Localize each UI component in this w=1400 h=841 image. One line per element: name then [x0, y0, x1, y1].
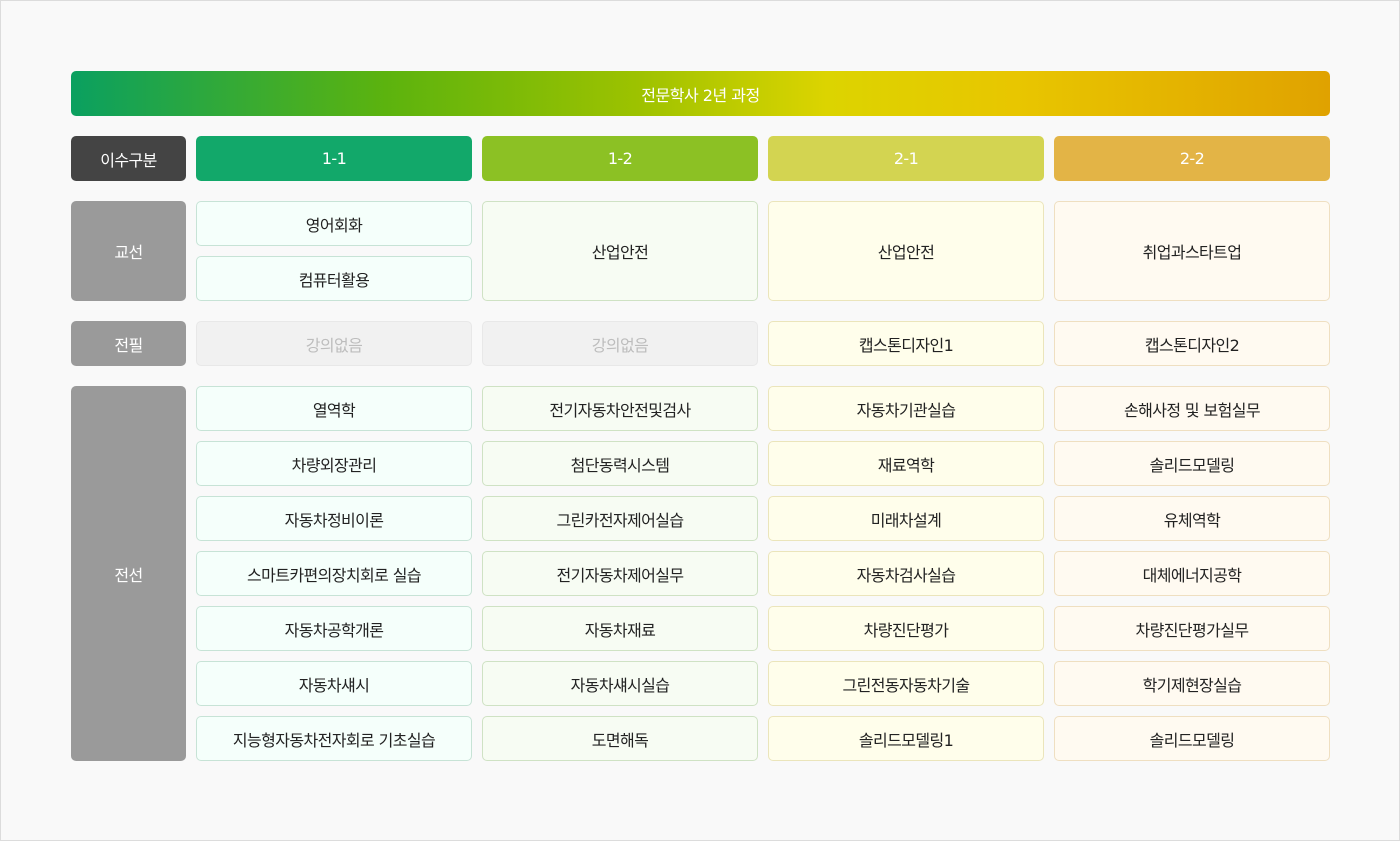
course-cell: 차량진단평가실무	[1054, 606, 1330, 651]
no-course-cell: 강의없음	[196, 321, 472, 366]
course-cell: 산업안전	[482, 201, 758, 301]
category-elective: 전선	[71, 386, 186, 761]
category-general: 교선	[71, 201, 186, 301]
course-cell: 재료역학	[768, 441, 1044, 486]
course-cell: 손해사정 및 보험실무	[1054, 386, 1330, 431]
course-cell: 스마트카편의장치회로 실습	[196, 551, 472, 596]
course-cell: 미래차설계	[768, 496, 1044, 541]
course-cell: 대체에너지공학	[1054, 551, 1330, 596]
course-cell: 자동차섀시실습	[482, 661, 758, 706]
course-cell: 솔리드모델링	[1054, 441, 1330, 486]
course-cell: 그린전동자동차기술	[768, 661, 1044, 706]
semester-2-1: 2-1	[768, 136, 1044, 181]
course-cell: 자동차재료	[482, 606, 758, 651]
course-cell: 컴퓨터활용	[196, 256, 472, 301]
category-required: 전필	[71, 321, 186, 366]
semester-1-2: 1-2	[482, 136, 758, 181]
course-cell: 자동차공학개론	[196, 606, 472, 651]
no-course-cell: 강의없음	[482, 321, 758, 366]
course-cell: 산업안전	[768, 201, 1044, 301]
semester-2-2: 2-2	[1054, 136, 1330, 181]
course-cell: 도면해독	[482, 716, 758, 761]
course-cell: 자동차섀시	[196, 661, 472, 706]
course-cell: 첨단동력시스템	[482, 441, 758, 486]
course-cell: 캡스톤디자인1	[768, 321, 1044, 366]
header-label: 이수구분	[71, 136, 186, 181]
course-cell: 영어회화	[196, 201, 472, 246]
course-cell: 지능형자동차전자회로 기초실습	[196, 716, 472, 761]
course-cell: 캡스톤디자인2	[1054, 321, 1330, 366]
course-cell: 자동차검사실습	[768, 551, 1044, 596]
course-cell: 자동차정비이론	[196, 496, 472, 541]
course-cell: 솔리드모델링	[1054, 716, 1330, 761]
semester-1-1: 1-1	[196, 136, 472, 181]
course-cell: 차량진단평가	[768, 606, 1044, 651]
course-banner: 전문학사 2년 과정	[71, 71, 1330, 116]
course-cell: 솔리드모델링1	[768, 716, 1044, 761]
course-cell: 열역학	[196, 386, 472, 431]
course-cell: 학기제현장실습	[1054, 661, 1330, 706]
curriculum-panel: 전문학사 2년 과정 이수구분 1-1 1-2 2-1 2-2 교선 영어회화 …	[0, 0, 1400, 841]
course-cell: 자동차기관실습	[768, 386, 1044, 431]
course-cell: 전기자동차안전및검사	[482, 386, 758, 431]
course-cell: 그린카전자제어실습	[482, 496, 758, 541]
course-cell: 차량외장관리	[196, 441, 472, 486]
course-cell: 취업과스타트업	[1054, 201, 1330, 301]
course-cell: 전기자동차제어실무	[482, 551, 758, 596]
course-cell: 유체역학	[1054, 496, 1330, 541]
